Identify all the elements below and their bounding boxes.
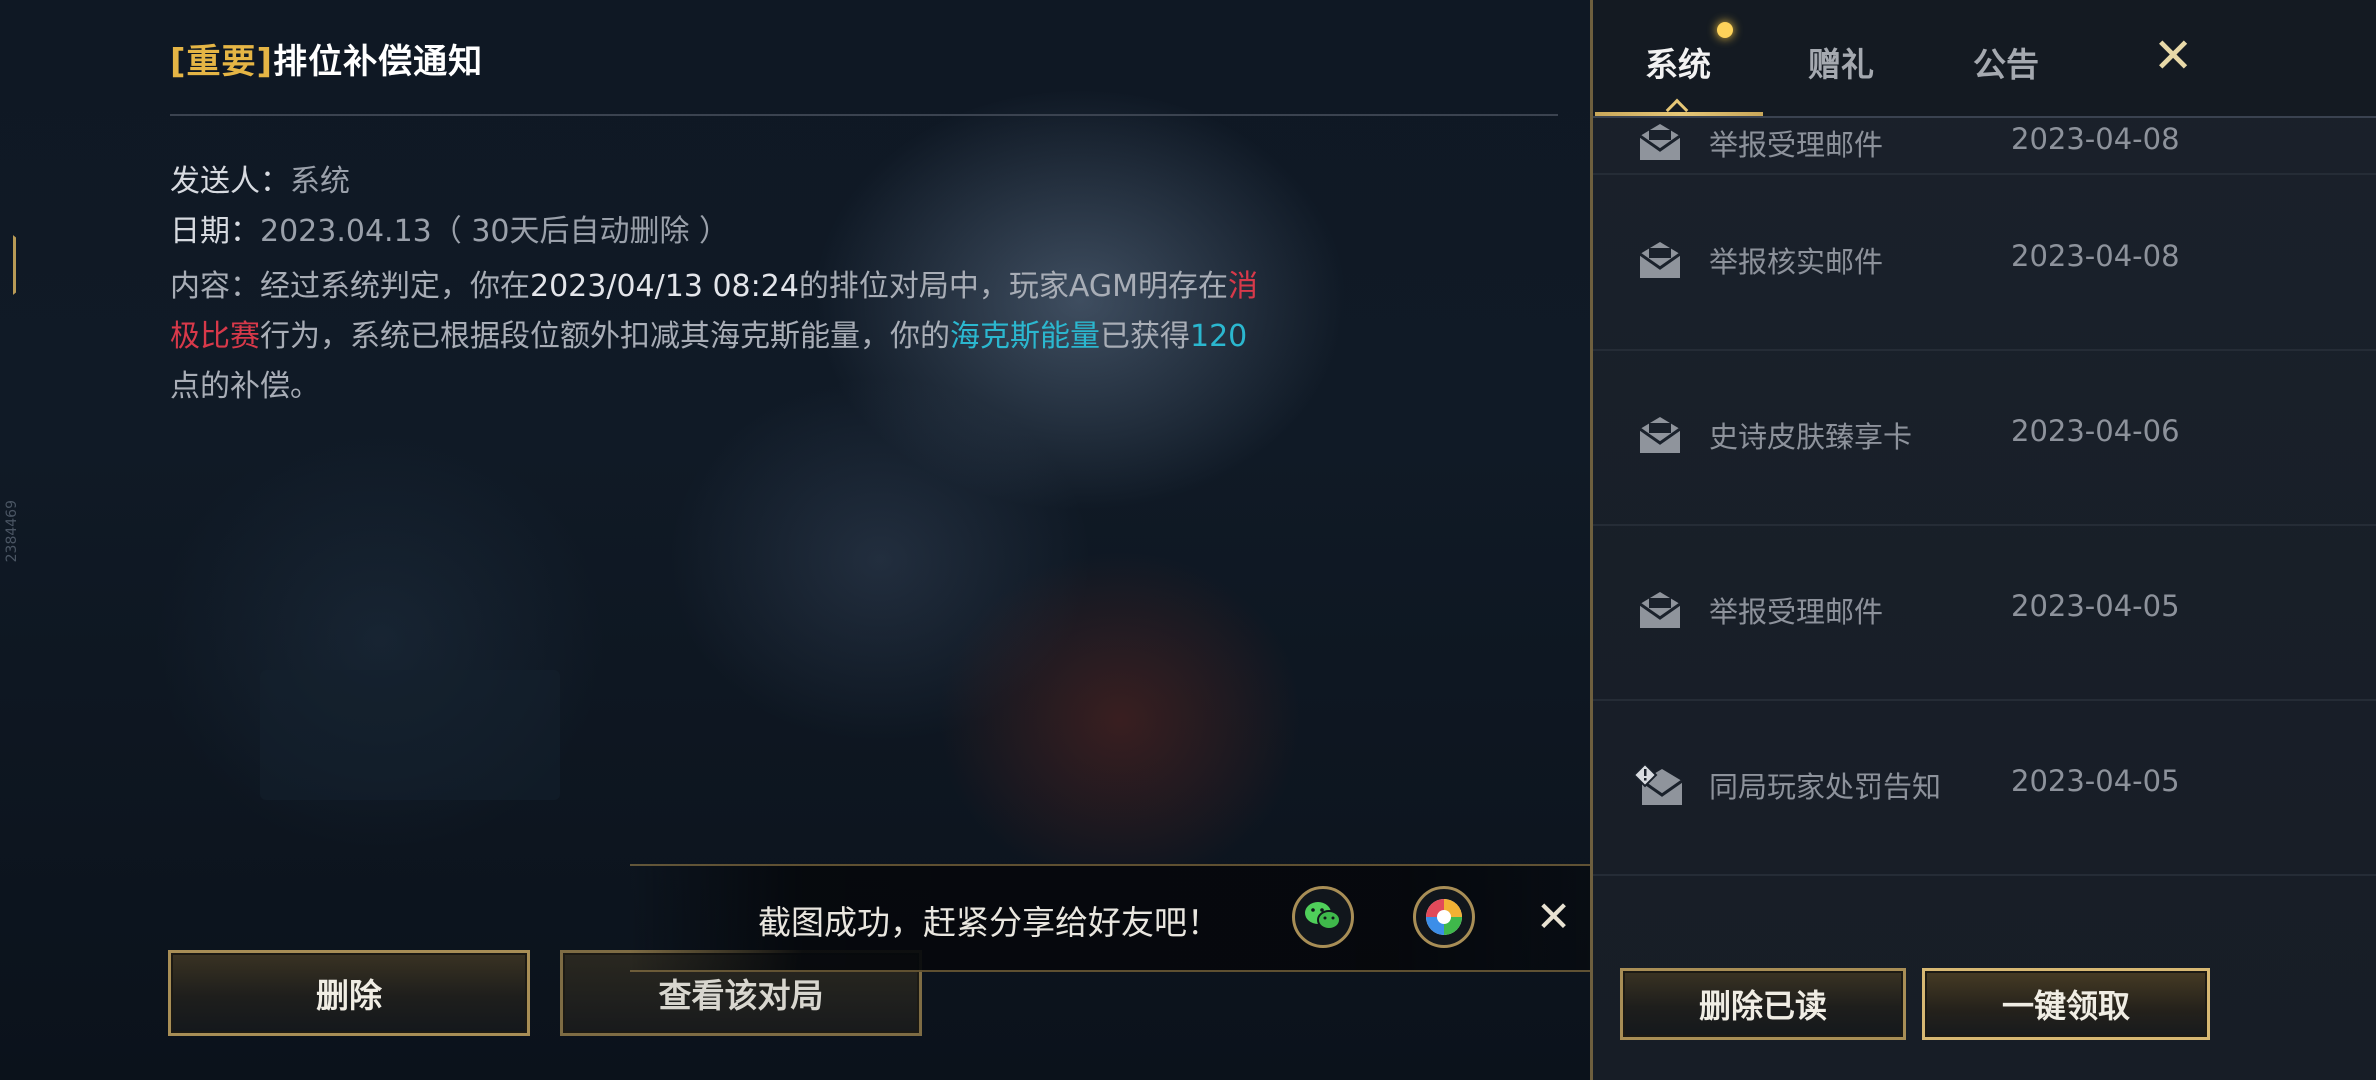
toast-close-icon[interactable]: ✕	[1536, 893, 1571, 941]
date-value: 2023.04.13	[260, 214, 432, 249]
important-tag: [重要]	[170, 42, 274, 82]
mail-item[interactable]: 史诗皮肤臻享卡 2023-04-06	[1593, 351, 2376, 526]
currency-name: 海克斯能量	[950, 319, 1100, 354]
mail-subject: 举报受理邮件	[1709, 128, 1884, 162]
mail-item[interactable]: 举报受理邮件 2023-04-08	[1593, 0, 2376, 175]
toast-message: 截图成功，赶紧分享给好友吧！	[758, 903, 1220, 942]
wechat-share-icon[interactable]	[1292, 886, 1354, 948]
mail-subject: 举报受理邮件	[1709, 595, 1884, 629]
content-text: 点的补偿。	[170, 369, 320, 404]
player-name: AGM明存	[1068, 269, 1199, 304]
mail-date: 2023-04-08	[2011, 239, 2180, 273]
mail-date: 2023-04-06	[2011, 414, 2180, 448]
mail-title-text: 排位补偿通知	[273, 42, 484, 82]
moments-share-icon[interactable]	[1413, 886, 1475, 948]
sender-label: 发送人：	[170, 164, 290, 199]
content-text: 在	[1198, 269, 1229, 304]
title-divider	[170, 114, 1558, 116]
match-datetime: 2023/04/13 08:24	[530, 269, 799, 304]
sender-value: 系统	[290, 164, 350, 199]
auto-delete-note: （ 30天后自动删除 ）	[431, 214, 730, 249]
delete-read-button[interactable]: 删除已读	[1620, 968, 1906, 1040]
mail-alert-icon	[1633, 763, 1683, 805]
background-shape	[260, 670, 560, 800]
content-text: 的排位对局中，玩家	[798, 269, 1069, 304]
mail-item[interactable]: 举报受理邮件 2023-04-05	[1593, 526, 2376, 701]
mail-date: 2023-04-08	[2011, 122, 2180, 156]
mail-read-icon	[1639, 592, 1681, 628]
side-id-number: 2384469	[4, 500, 20, 563]
mail-subject: 史诗皮肤臻享卡	[1709, 420, 1913, 454]
date-label: 日期：	[170, 214, 260, 249]
content-text: 行为，系统已根据段位额外扣减其海克斯能量，你的	[260, 319, 950, 354]
mail-read-icon	[1639, 124, 1681, 160]
mail-read-icon	[1639, 417, 1681, 453]
mail-date: 2023-04-05	[2011, 764, 2180, 798]
compensation-amount: 120	[1190, 319, 1248, 354]
mail-date: 日期：2023.04.13（ 30天后自动删除 ）	[170, 206, 729, 250]
mail-date: 2023-04-05	[2011, 589, 2180, 623]
content-text: 内容：经过系统判定，你在	[170, 269, 530, 304]
claim-all-button[interactable]: 一键领取	[1922, 968, 2210, 1040]
mail-sender: 发送人：系统	[170, 156, 350, 200]
mail-subject: 同局玩家处罚告知	[1709, 770, 1942, 804]
mail-item[interactable]: 举报核实邮件 2023-04-08	[1593, 176, 2376, 351]
mail-subject: 举报核实邮件	[1709, 245, 1884, 279]
delete-button[interactable]: 删除	[168, 950, 530, 1036]
mail-title: [重要]排位补偿通知	[170, 34, 483, 83]
mail-item[interactable]: 同局玩家处罚告知 2023-04-05	[1593, 701, 2376, 876]
mail-read-icon	[1639, 242, 1681, 278]
mailbox-panel: 系统 赠礼 公告 ✕ 举报受理邮件 2023-04-08 举报核实邮件 2023…	[1590, 0, 2376, 1080]
mail-content: 内容：经过系统判定，你在2023/04/13 08:24的排位对局中，玩家AGM…	[170, 262, 1260, 412]
content-text: 已获得	[1100, 319, 1190, 354]
